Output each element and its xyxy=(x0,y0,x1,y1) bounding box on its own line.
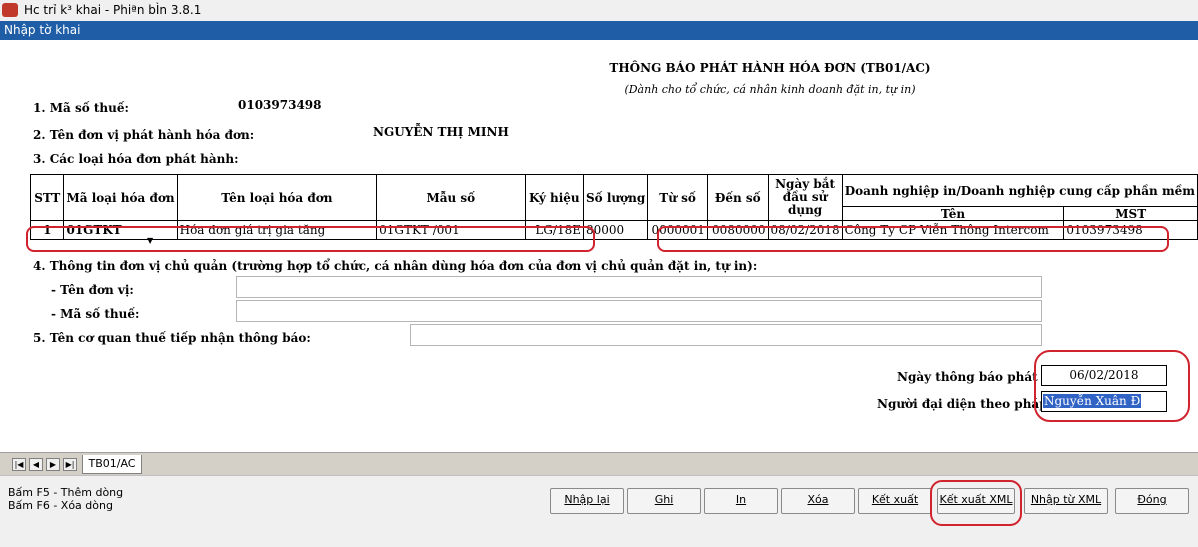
header-den-so: Đến số xyxy=(706,174,769,221)
unit-tax-label: - Mã số thuế: xyxy=(51,307,140,321)
header-so-luong: Số lượng xyxy=(582,174,649,221)
form-titlebar: Nhập tờ khai xyxy=(0,21,1198,40)
cell-ngay-bat-dau[interactable]: 08/02/2018 xyxy=(767,220,843,240)
tax-code-value: 0103973498 xyxy=(238,98,322,112)
tab-tb01-ac[interactable]: TB01/AC xyxy=(82,455,142,474)
section5-label: 5. Tên cơ quan thuế tiếp nhận thông báo: xyxy=(33,331,311,345)
invoice-types-label: 3. Các loại hóa đơn phát hành: xyxy=(33,152,239,166)
unit-tax-input[interactable] xyxy=(236,300,1042,322)
table-row: 1 01GTKT Hóa đơn giá trị gia tăng 01GTKT… xyxy=(29,220,1198,240)
prev-sheet-icon[interactable]: ◀ xyxy=(29,458,43,471)
header-ma-loai: Mã loại hóa đơn xyxy=(63,174,178,221)
cell-so-luong[interactable]: 80000 xyxy=(582,220,649,240)
window-title: Hc trỉ k³ khai - Phiªn bÌn 3.8.1 xyxy=(24,3,202,17)
import-xml-button[interactable]: Nhập từ XML xyxy=(1024,488,1108,514)
cell-ky-hieu[interactable]: LG/18E xyxy=(524,220,584,240)
issuer-label: 2. Tên đơn vị phát hành hóa đơn: xyxy=(33,128,255,142)
reset-button[interactable]: Nhập lại xyxy=(550,488,624,514)
chevron-down-icon[interactable]: ▼ xyxy=(147,236,153,245)
unit-name-input[interactable] xyxy=(236,276,1042,298)
export-button[interactable]: Kết xuất xyxy=(858,488,932,514)
section4-label: 4. Thông tin đơn vị chủ quản (trường hợp… xyxy=(33,259,758,273)
cell-stt: 1 xyxy=(29,220,65,240)
header-ten-loai: Tên loại hóa đơn xyxy=(176,174,378,221)
hint-delete-row: Bấm F6 - Xóa dòng xyxy=(8,499,113,512)
cell-mst-dn[interactable]: 0103973498 xyxy=(1063,220,1198,240)
notice-date-input[interactable]: 06/02/2018 xyxy=(1041,365,1167,386)
hint-add-row: Bấm F5 - Thêm dòng xyxy=(8,486,124,499)
header-mau-so: Mẫu số xyxy=(376,174,526,221)
last-sheet-icon[interactable]: ▶| xyxy=(63,458,77,471)
header-ten: Tên xyxy=(841,206,1065,221)
cell-tu-so[interactable]: 0000001 xyxy=(647,220,708,240)
cell-ten-dn[interactable]: Công Ty CP Viễn Thông Intercom xyxy=(841,220,1065,240)
tax-office-input[interactable] xyxy=(410,324,1042,346)
cell-ten-loai[interactable]: Hóa đơn giá trị gia tăng xyxy=(176,220,378,240)
next-sheet-icon[interactable]: ▶ xyxy=(46,458,60,471)
action-bar: Bấm F5 - Thêm dòng Bấm F6 - Xóa dòng Nhậ… xyxy=(0,475,1198,547)
delete-button[interactable]: Xóa xyxy=(781,488,855,514)
header-mst: MST xyxy=(1063,206,1198,221)
first-sheet-icon[interactable]: |◀ xyxy=(12,458,26,471)
save-button[interactable]: Ghi xyxy=(627,488,701,514)
issuer-value: NGUYỄN THỊ MINH xyxy=(373,125,509,139)
window-titlebar: Hc trỉ k³ khai - Phiªn bÌn 3.8.1 xyxy=(0,0,1198,21)
declaration-sheet: THÔNG BÁO PHÁT HÀNH HÓA ĐƠN (TB01/AC) (D… xyxy=(0,40,1198,452)
print-button[interactable]: In xyxy=(704,488,778,514)
document-subtitle: (Dành cho tổ chức, cá nhân kinh doanh đặ… xyxy=(624,83,916,96)
document-title: THÔNG BÁO PHÁT HÀNH HÓA ĐƠN (TB01/AC) xyxy=(609,61,931,75)
form-title: Nhập tờ khai xyxy=(4,23,81,37)
unit-name-label: - Tên đơn vị: xyxy=(51,283,134,297)
representative-value: Nguyễn Xuân Đ xyxy=(1043,394,1142,408)
cell-ma-loai-select[interactable]: 01GTKT xyxy=(63,220,178,240)
header-dn-in: Doanh nghiệp in/Doanh nghiệp cung cấp ph… xyxy=(841,174,1198,207)
representative-input[interactable]: Nguyễn Xuân Đ xyxy=(1041,391,1167,412)
close-button[interactable]: Đóng xyxy=(1115,488,1189,514)
tax-code-label: 1. Mã số thuế: xyxy=(33,101,129,115)
header-stt: STT xyxy=(29,174,65,221)
cell-den-so[interactable]: 0080000 xyxy=(706,220,769,240)
invoice-table: STT Mã loại hóa đơn Tên loại hóa đơn Mẫu… xyxy=(29,174,1198,240)
cell-mau-so[interactable]: 01GTKT /001 xyxy=(376,220,526,240)
header-ngay-bat-dau: Ngày bắt đầu sử dụng xyxy=(767,174,843,221)
header-tu-so: Từ số xyxy=(647,174,708,221)
sheet-tabstrip: |◀ ◀ ▶ ▶| TB01/AC xyxy=(0,452,1198,475)
export-xml-button[interactable]: Kết xuất XML xyxy=(937,488,1015,514)
header-ky-hieu: Ký hiệu xyxy=(524,174,584,221)
app-logo-icon xyxy=(2,3,18,17)
